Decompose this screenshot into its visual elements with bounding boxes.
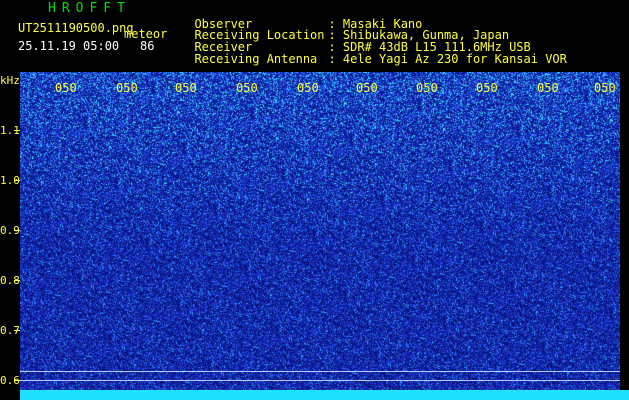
x-tick-label: 050 — [476, 81, 498, 95]
filename: UT2511190500.png — [18, 21, 134, 35]
info-antenna: Receiving Antenna : 4ele Yagi Az 230 for … — [180, 41, 567, 66]
info-value: : 4ele Yagi Az 230 for Kansai VOR — [328, 52, 567, 66]
x-tick-label: 050 — [356, 81, 378, 95]
reference-line — [20, 371, 620, 372]
x-tick-label: 050 — [116, 81, 138, 95]
spectrogram — [20, 72, 620, 400]
x-tick-label: 050 — [416, 81, 438, 95]
meteor-count: 86 — [140, 39, 155, 53]
datetime: 25.11.19 05:00 — [18, 39, 120, 53]
x-tick-label: 050 — [297, 81, 319, 95]
right-margin — [620, 72, 629, 390]
reference-line — [20, 380, 620, 381]
x-tick-label: 050 — [175, 81, 197, 95]
y-axis-unit: kHz — [0, 74, 20, 87]
app-title: HROFFT — [48, 1, 131, 16]
x-tick-label: 050 — [236, 81, 258, 95]
info-key: Receiving Antenna — [194, 52, 318, 66]
x-tick-label: 050 — [55, 81, 77, 95]
bottom-band — [20, 390, 629, 400]
x-tick-label: 050 — [537, 81, 559, 95]
x-tick-label: 050 — [594, 81, 616, 95]
